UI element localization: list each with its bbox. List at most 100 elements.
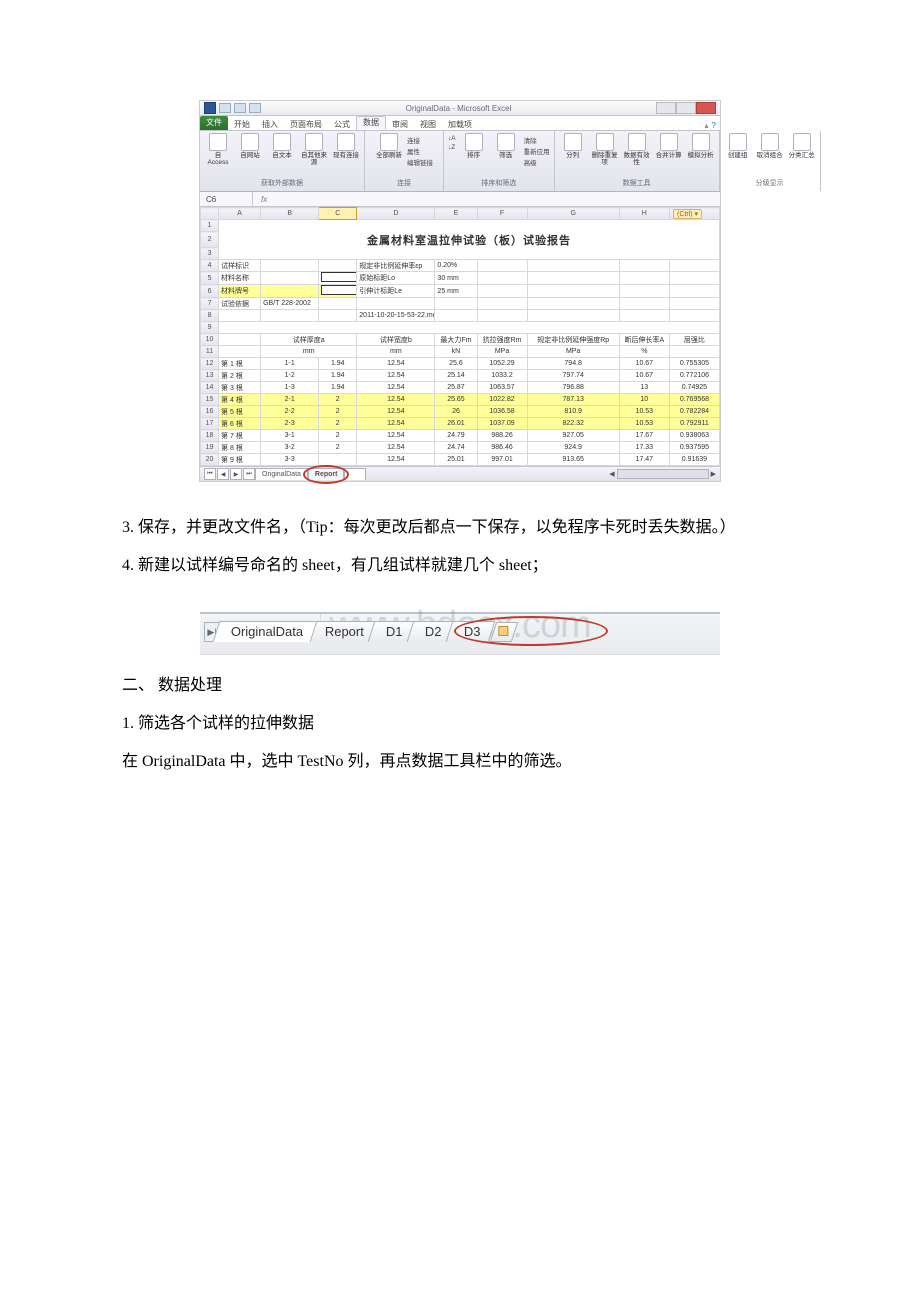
- from-other-button[interactable]: 自其他来源: [300, 133, 328, 166]
- col-header[interactable]: B: [261, 208, 319, 220]
- sort-button[interactable]: 排序: [460, 133, 488, 159]
- row-4[interactable]: 4 试样标识 规定非比例延伸率εp 0.20%: [201, 260, 720, 272]
- col-header[interactable]: E: [435, 208, 477, 220]
- tab-review[interactable]: 审阅: [386, 119, 414, 130]
- minimize-ribbon-icon[interactable]: ▴: [705, 121, 709, 130]
- group-data-tools: 数据工具: [623, 178, 651, 189]
- row-9[interactable]: 9: [201, 322, 720, 334]
- fx-icon[interactable]: fx: [253, 195, 275, 204]
- row-10-headers[interactable]: 10 试样厚度a 试样宽度b 最大力Fm 抗拉强度Rm 规定非比例延伸强度Rp …: [201, 334, 720, 346]
- tab-page-layout[interactable]: 页面布局: [284, 119, 328, 130]
- row-header: 6: [201, 285, 219, 298]
- sheet-tab-report[interactable]: Report: [308, 468, 345, 480]
- tab-insert[interactable]: 插入: [256, 119, 284, 130]
- advanced-button[interactable]: 高级: [524, 157, 550, 167]
- table-row[interactable]: 19第 8 根3-2212.5424.74986.46924.917.330.9…: [201, 442, 720, 454]
- row-2[interactable]: 2 金属材料室温拉伸试验（板）试验报告: [201, 232, 720, 248]
- reapply-button[interactable]: 重新应用: [524, 146, 550, 156]
- ungroup-button[interactable]: 取消组合: [756, 133, 784, 159]
- qat-redo-icon[interactable]: [249, 103, 261, 113]
- from-web-button[interactable]: 自网站: [236, 133, 264, 159]
- table-row[interactable]: 20第 9 根3-312.5425.01997.01913.6517.470.9…: [201, 454, 720, 466]
- col-header[interactable]: H: [619, 208, 669, 220]
- edit-links-button[interactable]: 编辑链接: [407, 157, 433, 167]
- table-row[interactable]: 16第 5 根2-2212.54261036.58810.910.530.782…: [201, 406, 720, 418]
- col-header[interactable]: C: [319, 208, 357, 220]
- group-button[interactable]: 创建组: [724, 133, 752, 159]
- column-header-row[interactable]: A B C D E F G H I: [201, 208, 720, 220]
- hscroll-right-icon[interactable]: ▶: [711, 470, 716, 478]
- help-icon[interactable]: ?: [712, 121, 716, 130]
- text-to-columns-button[interactable]: 分列: [559, 133, 587, 159]
- closeup-tab-d3[interactable]: D3: [445, 621, 494, 642]
- table-row[interactable]: 17第 6 根2-3212.5426.011037.09822.3210.530…: [201, 418, 720, 430]
- col-header[interactable]: G: [527, 208, 619, 220]
- table-row[interactable]: 15第 4 根2-1212.5425.651022.82787.13100.76…: [201, 394, 720, 406]
- hscroll-left-icon[interactable]: ◀: [609, 470, 614, 478]
- from-text-button[interactable]: 自文本: [268, 133, 296, 159]
- subtotal-button[interactable]: 分类汇总: [788, 133, 816, 159]
- row-1[interactable]: 1: [201, 220, 720, 232]
- row-7[interactable]: 7 试验依据 GB/T 228-2002: [201, 298, 720, 310]
- connections-button[interactable]: 连接: [407, 135, 433, 145]
- table-row[interactable]: 13第 2 根1-21.9412.5425.141033.2797.7410.6…: [201, 370, 720, 382]
- window-maximize-button[interactable]: [676, 102, 696, 114]
- tab-data[interactable]: 数据: [356, 116, 386, 130]
- row-header: 13: [201, 370, 219, 382]
- col-header[interactable]: F: [477, 208, 527, 220]
- table-row[interactable]: 18第 7 根3-1212.5424.79988.26927.0517.670.…: [201, 430, 720, 442]
- tab-addin[interactable]: 加载项: [442, 119, 478, 130]
- sheet-nav-next-icon[interactable]: ▶: [230, 468, 242, 480]
- tab-view[interactable]: 视图: [414, 119, 442, 130]
- filter-button[interactable]: 筛选: [492, 133, 520, 159]
- from-access-button[interactable]: 自 Access: [204, 133, 232, 166]
- report-title: 金属材料室温拉伸试验（板）试验报告: [367, 235, 571, 247]
- data-validation-button[interactable]: 数据有效性: [623, 133, 651, 166]
- qat-save-icon[interactable]: [219, 103, 231, 113]
- tab-home[interactable]: 开始: [228, 119, 256, 130]
- consolidate-button[interactable]: 合并计算: [655, 133, 683, 159]
- refresh-all-button[interactable]: 全部刷新: [375, 133, 403, 159]
- paste-options-badge[interactable]: (Ctrl) ▾: [673, 209, 702, 219]
- row-3[interactable]: 3: [201, 248, 720, 260]
- name-box[interactable]: C6: [200, 192, 253, 206]
- input-box[interactable]: [321, 272, 357, 282]
- existing-conn-button[interactable]: 现有连接: [332, 133, 360, 159]
- row-header: 7: [201, 298, 219, 310]
- sheet-nav-first-icon[interactable]: ⏮: [204, 468, 216, 480]
- hscroll-track[interactable]: [617, 469, 709, 479]
- tab-file[interactable]: 文件: [200, 116, 228, 130]
- select-all-corner[interactable]: [201, 208, 219, 220]
- tab-formula[interactable]: 公式: [328, 119, 356, 130]
- clear-filter-button[interactable]: 清除: [524, 135, 550, 145]
- sheet-nav-last-icon[interactable]: ⏭: [243, 468, 255, 480]
- row-5[interactable]: 5 材料名称 原始标距Lo 30 mm: [201, 272, 720, 285]
- excel-icon: [204, 102, 216, 114]
- sort-az-button[interactable]: ↓A: [448, 135, 456, 142]
- window-close-button[interactable]: [696, 102, 716, 114]
- quick-access-toolbar[interactable]: [219, 103, 261, 113]
- whatif-button[interactable]: 模拟分析: [687, 133, 715, 159]
- row-8[interactable]: 8 2011-10-20-15-53-22.mdb: [201, 310, 720, 322]
- window-minimize-button[interactable]: [656, 102, 676, 114]
- col-header[interactable]: D: [357, 208, 435, 220]
- spreadsheet-grid[interactable]: (Ctrl) ▾ A B C D E F G H I: [200, 207, 720, 466]
- closeup-tab-originaldata[interactable]: OriginalData: [213, 621, 318, 642]
- sheet-nav-prev-icon[interactable]: ◀: [217, 468, 229, 480]
- remove-dup-button[interactable]: 删除重复项: [591, 133, 619, 166]
- paragraph-2-1b: 在 OriginalData 中，选中 TestNo 列，再点数据工具栏中的筛选…: [90, 746, 830, 778]
- row-header: 19: [201, 442, 219, 454]
- qat-undo-icon[interactable]: [234, 103, 246, 113]
- table-row[interactable]: 14第 3 根1-31.9412.5425.871063.57796.88130…: [201, 382, 720, 394]
- statusbar: ⏮ ◀ ▶ ⏭ OriginalData Report ◀ ▶: [200, 466, 720, 481]
- row-11-units[interactable]: 11 mm mm kN MPa MPa %: [201, 346, 720, 358]
- closeup-new-sheet-button[interactable]: [490, 622, 518, 642]
- properties-button[interactable]: 属性: [407, 146, 433, 156]
- col-header[interactable]: A: [219, 208, 261, 220]
- table-row[interactable]: 12第 1 根1-11.9412.5425.61052.29794.810.67…: [201, 358, 720, 370]
- sort-za-button[interactable]: ↓Z: [448, 144, 456, 151]
- sheet-tab-originaldata[interactable]: OriginalData: [255, 468, 308, 480]
- paragraph-step4: 4. 新建以试样编号命名的 sheet，有几组试样就建几个 sheet；: [90, 550, 830, 582]
- input-box[interactable]: [321, 285, 357, 295]
- row-6[interactable]: 6 材料牌号 引伸计标距Le 25 mm: [201, 285, 720, 298]
